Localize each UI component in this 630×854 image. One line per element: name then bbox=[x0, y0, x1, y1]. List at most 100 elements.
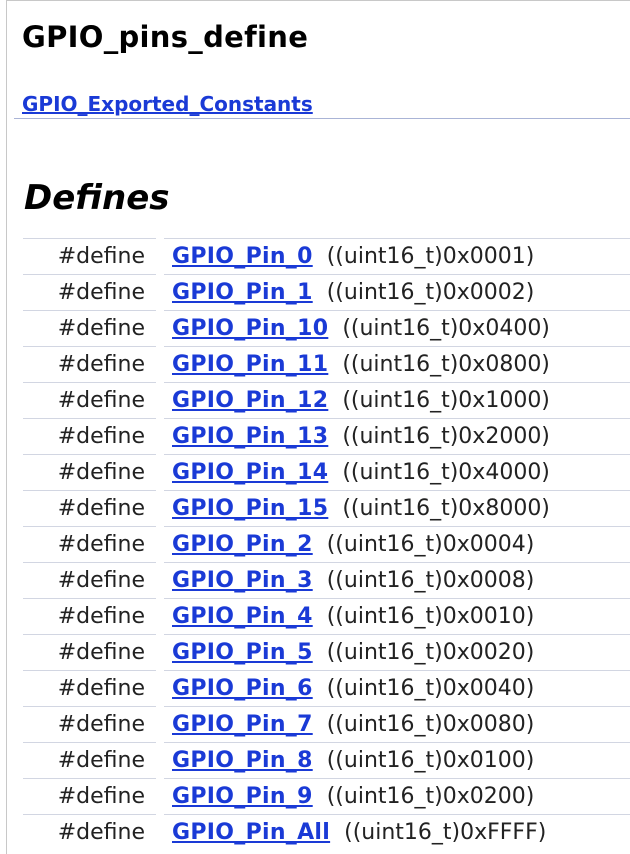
column-gap bbox=[156, 778, 164, 815]
define-keyword: #define bbox=[23, 706, 156, 743]
column-gap bbox=[156, 490, 164, 527]
define-name-link[interactable]: GPIO_Pin_0 bbox=[172, 244, 313, 269]
define-name-link[interactable]: GPIO_Pin_6 bbox=[172, 676, 313, 701]
define-name-link[interactable]: GPIO_Pin_13 bbox=[172, 424, 328, 449]
define-keyword: #define bbox=[23, 382, 156, 419]
defines-table-body: #define GPIO_Pin_0 ((uint16_t)0x0001) #defi… bbox=[23, 238, 630, 851]
define-keyword: #define bbox=[23, 490, 156, 527]
define-value-cell: GPIO_Pin_4 ((uint16_t)0x0010) bbox=[164, 598, 630, 635]
define-macro-value: ((uint16_t)0x0004) bbox=[326, 532, 535, 557]
define-name-link[interactable]: GPIO_Pin_5 bbox=[172, 640, 313, 665]
define-row: #define GPIO_Pin_8 ((uint16_t)0x0100) bbox=[23, 742, 630, 779]
define-row: #define GPIO_Pin_4 ((uint16_t)0x0010) bbox=[23, 598, 630, 635]
define-value-cell: GPIO_Pin_All ((uint16_t)0xFFFF) bbox=[164, 814, 630, 851]
column-gap bbox=[156, 238, 164, 275]
define-keyword: #define bbox=[23, 346, 156, 383]
define-name-link[interactable]: GPIO_Pin_7 bbox=[172, 712, 313, 737]
define-row: #define GPIO_Pin_6 ((uint16_t)0x0040) bbox=[23, 670, 630, 707]
define-value-cell: GPIO_Pin_8 ((uint16_t)0x0100) bbox=[164, 742, 630, 779]
column-gap bbox=[156, 346, 164, 383]
define-name-link[interactable]: GPIO_Pin_4 bbox=[172, 604, 313, 629]
define-keyword: #define bbox=[23, 670, 156, 707]
define-keyword: #define bbox=[23, 418, 156, 455]
define-name-link[interactable]: GPIO_Pin_All bbox=[172, 820, 330, 845]
define-row: #define GPIO_Pin_1 ((uint16_t)0x0002) bbox=[23, 274, 630, 311]
column-gap bbox=[156, 814, 164, 851]
define-name-link[interactable]: GPIO_Pin_10 bbox=[172, 316, 328, 341]
column-gap bbox=[156, 454, 164, 491]
column-gap bbox=[156, 418, 164, 455]
define-name-link[interactable]: GPIO_Pin_15 bbox=[172, 496, 328, 521]
define-keyword: #define bbox=[23, 814, 156, 851]
define-value-cell: GPIO_Pin_13 ((uint16_t)0x2000) bbox=[164, 418, 630, 455]
define-value-cell: GPIO_Pin_2 ((uint16_t)0x0004) bbox=[164, 526, 630, 563]
define-value-cell: GPIO_Pin_11 ((uint16_t)0x0800) bbox=[164, 346, 630, 383]
define-value-cell: GPIO_Pin_3 ((uint16_t)0x0008) bbox=[164, 562, 630, 599]
define-row: #define GPIO_Pin_All ((uint16_t)0xFFFF) bbox=[23, 814, 630, 851]
column-gap bbox=[156, 310, 164, 347]
define-name-link[interactable]: GPIO_Pin_9 bbox=[172, 784, 313, 809]
define-macro-value: ((uint16_t)0x0200) bbox=[326, 784, 535, 809]
define-macro-value: ((uint16_t)0x0040) bbox=[326, 676, 535, 701]
define-name-link[interactable]: GPIO_Pin_12 bbox=[172, 388, 328, 413]
column-gap bbox=[156, 562, 164, 599]
define-macro-value: ((uint16_t)0x0080) bbox=[326, 712, 535, 737]
column-gap bbox=[156, 598, 164, 635]
define-keyword: #define bbox=[23, 562, 156, 599]
define-keyword: #define bbox=[23, 310, 156, 347]
define-keyword: #define bbox=[23, 778, 156, 815]
page-title: GPIO_pins_define bbox=[22, 20, 309, 54]
define-keyword: #define bbox=[23, 634, 156, 671]
define-keyword: #define bbox=[23, 454, 156, 491]
define-row: #define GPIO_Pin_11 ((uint16_t)0x0800) bbox=[23, 346, 630, 383]
define-macro-value: ((uint16_t)0xFFFF) bbox=[344, 820, 547, 846]
define-macro-value: ((uint16_t)0x0002) bbox=[326, 280, 535, 305]
define-macro-value: ((uint16_t)0x0100) bbox=[326, 748, 535, 773]
define-row: #define GPIO_Pin_9 ((uint16_t)0x0200) bbox=[23, 778, 630, 815]
define-name-link[interactable]: GPIO_Pin_8 bbox=[172, 748, 313, 773]
column-gap bbox=[156, 706, 164, 743]
defines-heading: Defines bbox=[24, 178, 170, 218]
define-value-cell: GPIO_Pin_7 ((uint16_t)0x0080) bbox=[164, 706, 630, 743]
define-value-cell: GPIO_Pin_9 ((uint16_t)0x0200) bbox=[164, 778, 630, 815]
define-row: #define GPIO_Pin_0 ((uint16_t)0x0001) bbox=[23, 238, 630, 275]
define-row: #define GPIO_Pin_7 ((uint16_t)0x0080) bbox=[23, 706, 630, 743]
define-keyword: #define bbox=[23, 274, 156, 311]
define-macro-value: ((uint16_t)0x0800) bbox=[342, 352, 550, 377]
define-name-link[interactable]: GPIO_Pin_11 bbox=[172, 352, 328, 377]
column-gap bbox=[156, 274, 164, 311]
define-macro-value: ((uint16_t)0x8000) bbox=[342, 496, 550, 521]
define-row: #define GPIO_Pin_2 ((uint16_t)0x0004) bbox=[23, 526, 630, 563]
define-macro-value: ((uint16_t)0x2000) bbox=[342, 424, 550, 449]
define-value-cell: GPIO_Pin_10 ((uint16_t)0x0400) bbox=[164, 310, 630, 347]
define-macro-value: ((uint16_t)0x0008) bbox=[326, 568, 535, 593]
column-gap bbox=[156, 526, 164, 563]
define-macro-value: ((uint16_t)0x1000) bbox=[342, 388, 550, 413]
define-name-link[interactable]: GPIO_Pin_3 bbox=[172, 568, 313, 593]
module-link-gpio-exported-constants[interactable]: GPIO_Exported_Constants bbox=[22, 92, 313, 116]
define-value-cell: GPIO_Pin_14 ((uint16_t)0x4000) bbox=[164, 454, 630, 491]
define-row: #define GPIO_Pin_5 ((uint16_t)0x0020) bbox=[23, 634, 630, 671]
define-name-link[interactable]: GPIO_Pin_2 bbox=[172, 532, 313, 557]
define-row: #define GPIO_Pin_14 ((uint16_t)0x4000) bbox=[23, 454, 630, 491]
define-value-cell: GPIO_Pin_0 ((uint16_t)0x0001) bbox=[164, 238, 630, 275]
defines-table: #define GPIO_Pin_0 ((uint16_t)0x0001) #defi… bbox=[23, 238, 630, 851]
define-name-link[interactable]: GPIO_Pin_1 bbox=[172, 280, 313, 305]
define-value-cell: GPIO_Pin_15 ((uint16_t)0x8000) bbox=[164, 490, 630, 527]
define-macro-value: ((uint16_t)0x0400) bbox=[342, 316, 550, 341]
define-value-cell: GPIO_Pin_5 ((uint16_t)0x0020) bbox=[164, 634, 630, 671]
define-row: #define GPIO_Pin_10 ((uint16_t)0x0400) bbox=[23, 310, 630, 347]
define-value-cell: GPIO_Pin_6 ((uint16_t)0x0040) bbox=[164, 670, 630, 707]
define-keyword: #define bbox=[23, 526, 156, 563]
define-value-cell: GPIO_Pin_12 ((uint16_t)0x1000) bbox=[164, 382, 630, 419]
column-gap bbox=[156, 382, 164, 419]
define-row: #define GPIO_Pin_12 ((uint16_t)0x1000) bbox=[23, 382, 630, 419]
define-row: #define GPIO_Pin_13 ((uint16_t)0x2000) bbox=[23, 418, 630, 455]
define-name-link[interactable]: GPIO_Pin_14 bbox=[172, 460, 328, 485]
define-keyword: #define bbox=[23, 742, 156, 779]
define-row: #define GPIO_Pin_15 ((uint16_t)0x8000) bbox=[23, 490, 630, 527]
column-gap bbox=[156, 634, 164, 671]
define-keyword: #define bbox=[23, 598, 156, 635]
column-gap bbox=[156, 742, 164, 779]
header-divider bbox=[14, 118, 630, 119]
